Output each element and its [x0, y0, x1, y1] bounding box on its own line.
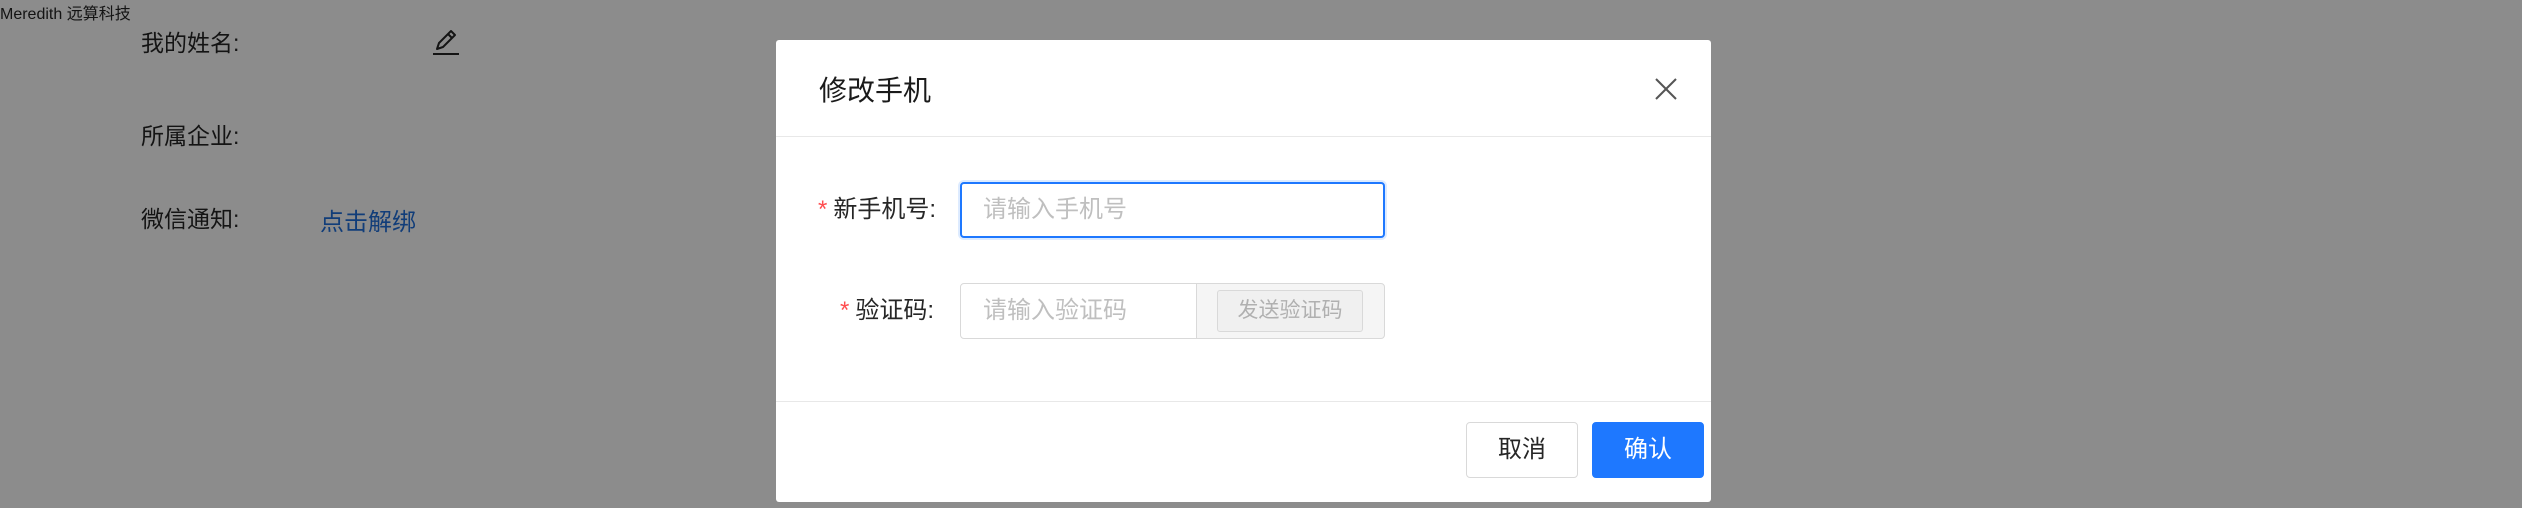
code-input-group: 发送验证码 — [960, 283, 1385, 339]
phone-input[interactable] — [960, 182, 1385, 238]
send-code-button[interactable]: 发送验证码 — [1217, 290, 1363, 332]
modal-header: 修改手机 — [776, 40, 1711, 137]
phone-form-row: * 新手机号: — [776, 182, 1711, 238]
code-label: * 验证码: — [840, 283, 934, 339]
phone-label-text: 新手机号: — [833, 196, 937, 223]
modal-title: 修改手机 — [819, 75, 932, 106]
required-mark: * — [840, 297, 850, 324]
cancel-button[interactable]: 取消 — [1466, 422, 1578, 478]
change-phone-dialog: 修改手机 *新手机号: *验证码: 发送验证码 取消 确认 — [776, 40, 1711, 502]
code-label-text: 验证码: — [855, 297, 935, 324]
phone-label: * 新手机号: — [818, 182, 936, 238]
code-addon: 发送验证码 — [1196, 283, 1385, 339]
code-input[interactable] — [960, 283, 1197, 339]
modal-footer: 取消 确认 — [776, 401, 1711, 502]
code-form-row: *验证码: 发送验证码 — [776, 283, 1711, 339]
required-mark: * — [818, 196, 828, 223]
close-icon[interactable] — [1651, 74, 1681, 104]
confirm-button[interactable]: 确认 — [1592, 422, 1704, 478]
